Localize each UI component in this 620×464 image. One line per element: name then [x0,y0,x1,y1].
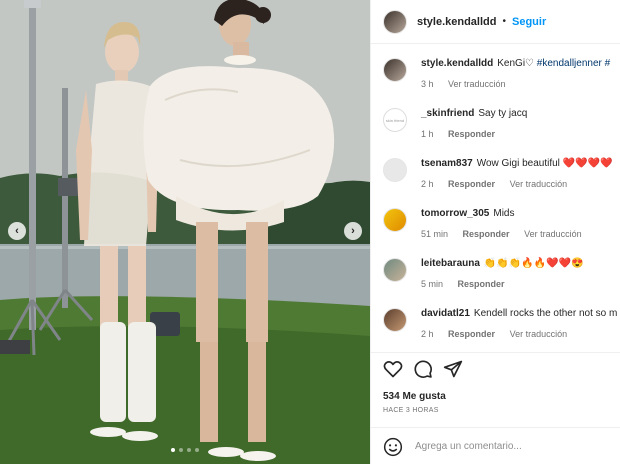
view-translation-link[interactable]: Ver traducción [510,329,568,339]
carousel-dot [195,448,199,452]
carousel-dot [171,448,175,452]
caption-time: 3 h [421,79,434,89]
post-actions: 534 Me gusta HACE 3 HORAS [371,352,620,464]
caption-text: KenGi♡ [497,58,537,69]
commenter-avatar[interactable] [383,208,407,232]
author-username[interactable]: style.kendalldd [417,16,496,28]
view-translation-link[interactable]: Ver traducción [524,229,582,239]
comment-text: Kendell rocks the other not so m [473,308,618,319]
author-avatar[interactable] [383,9,407,34]
photo-illustration [0,0,370,464]
comment-time: 5 min [421,279,444,289]
comment-item: tsenam837 Wow Gigi beautiful ❤️❤️❤️❤️ 2 h… [383,158,620,189]
commenter-avatar[interactable] [383,308,407,332]
carousel-dot [187,448,191,452]
carousel-indicator [0,448,370,452]
commenter-avatar[interactable] [383,258,407,282]
carousel-dot [179,448,183,452]
view-translation-link[interactable]: Ver traducción [510,179,568,189]
instagram-post-modal: ‹ › style.kendalldd • Seguir style.kenda… [0,0,620,464]
chevron-right-icon: › [351,225,355,237]
comment-item: tomorrow_305 Mids 51 min Responder Ver tr… [383,208,620,239]
reply-button[interactable]: Responder [448,179,495,189]
comment-time: 2 h [421,329,434,339]
reply-button[interactable]: Responder [448,129,495,139]
comment-time: 2 h [421,179,434,189]
comment-item: skin friend _skinfriend Say ty jacq 1 h R… [383,108,620,139]
heart-icon[interactable] [383,359,403,379]
post-photo[interactable]: ‹ › [0,0,370,464]
carousel-prev-button[interactable]: ‹ [8,222,26,240]
comment-username[interactable]: tsenam837 [421,158,473,169]
comment-text: Say ty jacq [478,108,528,119]
share-icon[interactable] [443,359,463,379]
commenter-avatar[interactable] [383,158,407,182]
post-timestamp: HACE 3 HORAS [383,407,439,414]
comment-username[interactable]: tomorrow_305 [421,208,489,219]
avatar-logo-text: skin friend [385,117,405,123]
comment-input[interactable] [415,441,615,452]
likes-count[interactable]: 534 Me gusta [383,391,446,402]
caption-hashtags[interactable]: #kendalljenner # [537,58,610,69]
comment-composer [371,427,620,464]
comment-item: leitebarauna 👏👏👏🔥🔥❤️❤️😍 5 min Responder [383,258,620,289]
caption-view-translation[interactable]: Ver traducción [448,79,506,89]
post-header: style.kendalldd • Seguir [371,0,620,44]
comment-icon[interactable] [413,359,433,379]
action-bar [383,359,463,379]
post-sidebar: style.kendalldd • Seguir style.kendalldd… [370,0,620,464]
reply-button[interactable]: Responder [458,279,505,289]
comment-time: 51 min [421,229,449,239]
comment-username[interactable]: davidatl21 [421,308,470,319]
header-separator: • [502,16,506,27]
caption-username[interactable]: style.kendalldd [421,58,493,69]
reply-button[interactable]: Responder [463,229,510,239]
caption-avatar[interactable] [383,58,407,82]
emoji-icon[interactable] [383,437,403,457]
post-caption: style.kendalldd KenGi♡ #kendalljenner # 3… [383,58,620,89]
comment-text: Wow Gigi beautiful ❤️❤️❤️❤️ [476,158,613,169]
follow-button[interactable]: Seguir [512,16,546,28]
comment-item: davidatl21 Kendell rocks the other not so… [383,308,620,339]
comment-username[interactable]: _skinfriend [421,108,474,119]
comment-text: Mids [493,208,515,219]
commenter-avatar[interactable]: skin friend [383,108,407,132]
chevron-left-icon: ‹ [15,225,19,237]
comment-username[interactable]: leitebarauna [421,258,480,269]
comment-time: 1 h [421,129,434,139]
carousel-next-button[interactable]: › [344,222,362,240]
reply-button[interactable]: Responder [448,329,495,339]
comment-text: 👏👏👏🔥🔥❤️❤️😍 [483,258,584,269]
